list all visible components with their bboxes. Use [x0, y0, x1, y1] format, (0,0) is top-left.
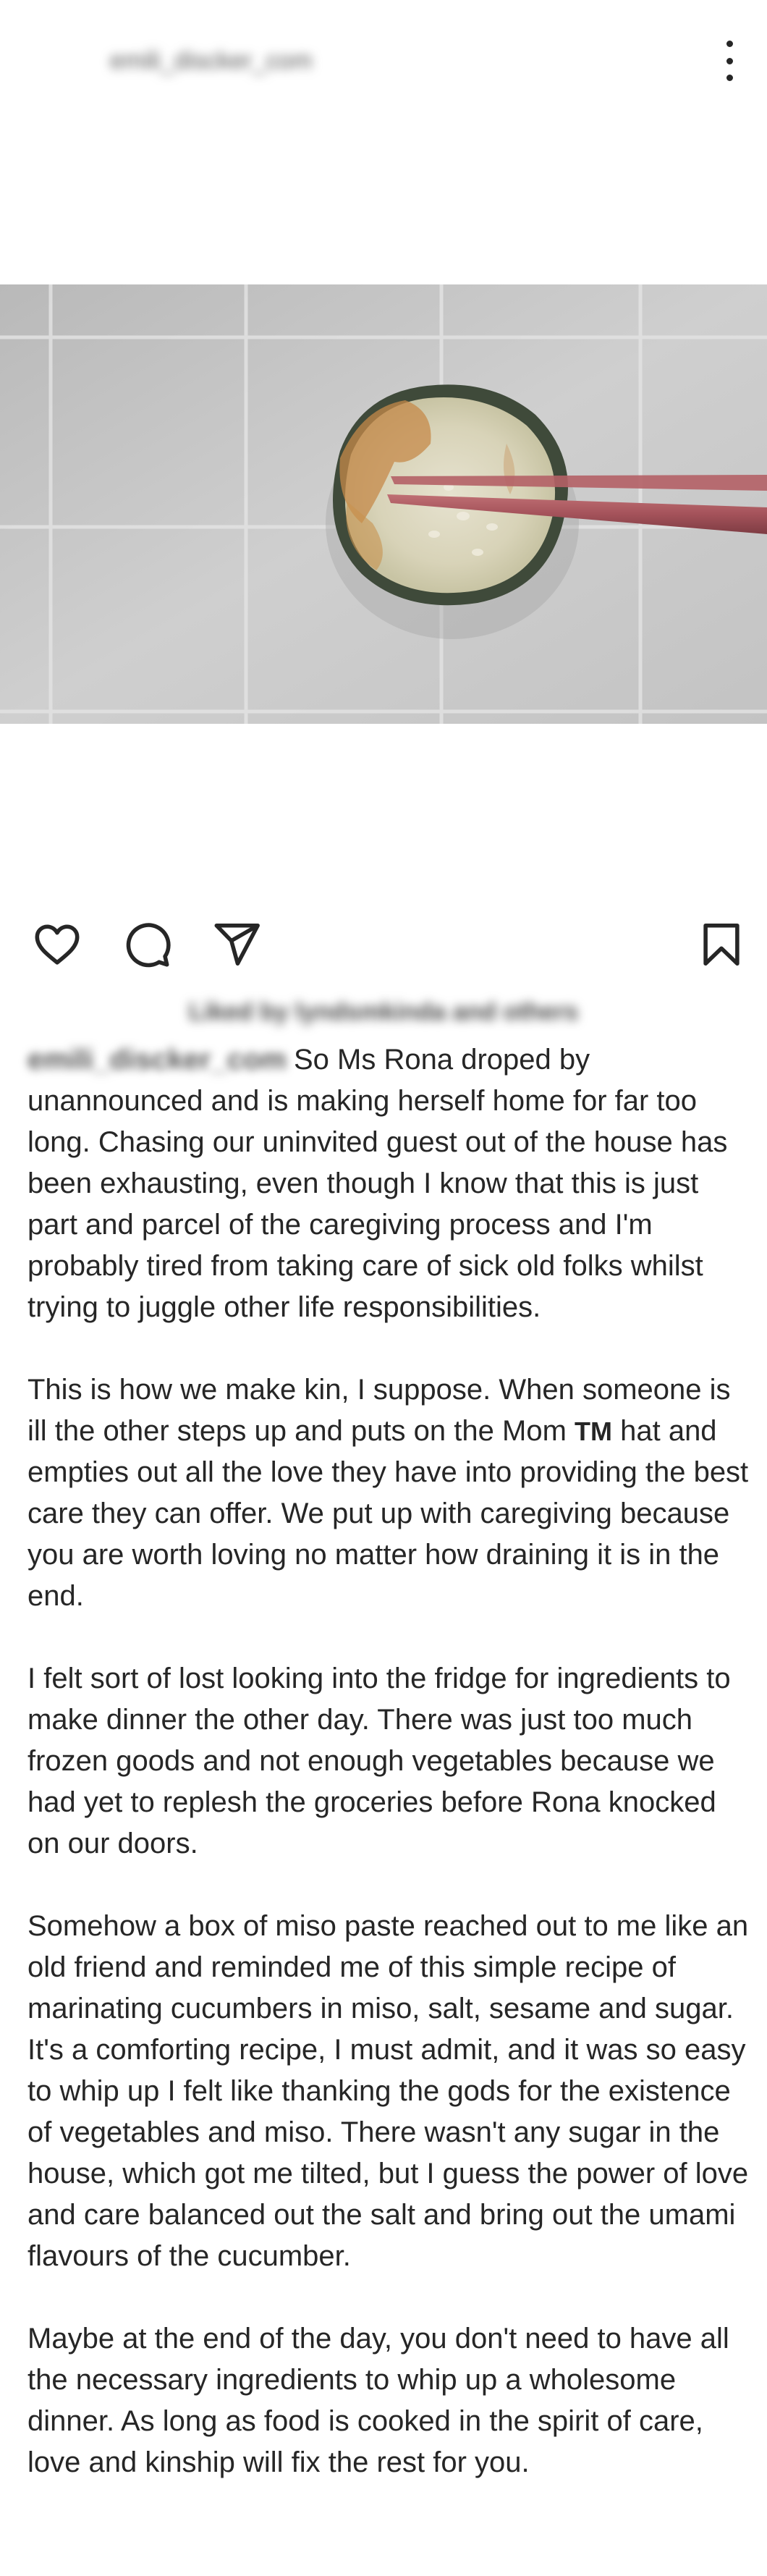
post-actions: [0, 905, 767, 977]
post-caption: emili_discker_com So Ms Rona droped by un…: [27, 1039, 751, 2525]
more-dot: [726, 75, 733, 81]
caption-text: So Ms Rona droped by unannounced and is …: [27, 1044, 728, 1323]
bookmark-icon[interactable]: [696, 919, 747, 970]
caption-paragraph-4: Somehow a box of miso paste reached out …: [27, 1910, 749, 2272]
comment-icon[interactable]: [122, 919, 172, 970]
heart-icon[interactable]: [32, 919, 82, 970]
post-header: emili_discker_com: [0, 0, 767, 123]
more-options-icon[interactable]: [715, 41, 744, 81]
likes-summary[interactable]: Liked by lyndsmkinda and others: [0, 992, 767, 1032]
caption-paragraph-3: I felt sort of lost looking into the fri…: [27, 1663, 731, 1859]
paper-plane-icon[interactable]: [211, 919, 262, 970]
caption-paragraph-1: emili_discker_com So Ms Rona droped by un…: [27, 1039, 751, 1328]
post-username[interactable]: emili_discker_com: [110, 46, 349, 75]
caption-username[interactable]: emili_discker_com: [27, 1039, 287, 1081]
more-dot: [726, 41, 733, 47]
more-dot: [726, 57, 733, 64]
caption-paragraph-5: Maybe at the end of the day, you don't n…: [27, 2323, 729, 2478]
post-photo[interactable]: [0, 284, 767, 724]
liked-by-text[interactable]: Liked by lyndsmkinda and others: [189, 998, 578, 1026]
caption-paragraph-2: This is how we make kin, I suppose. When…: [27, 1369, 751, 1617]
cucumber-photo: [0, 284, 767, 724]
trademark-mark: TM: [575, 1416, 612, 1446]
